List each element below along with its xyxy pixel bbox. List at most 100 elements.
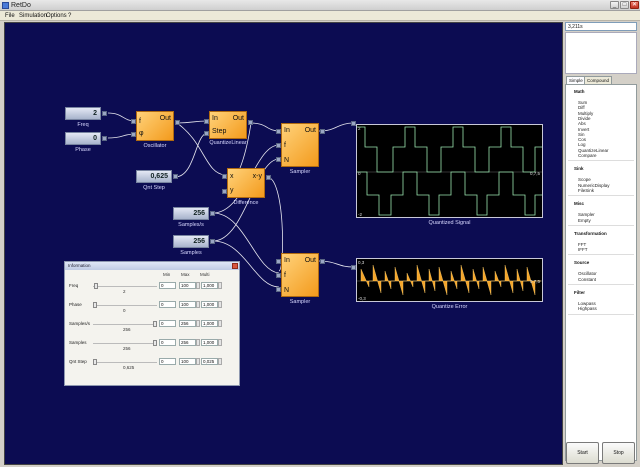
close-icon[interactable] — [232, 263, 238, 269]
multi-spinner[interactable] — [218, 301, 222, 308]
parameter-window-title[interactable]: Information — [65, 262, 239, 270]
max-field[interactable]: 100 — [179, 358, 196, 365]
toolbox-item[interactable]: FFT — [578, 242, 586, 247]
difference-block[interactable]: x y x-y — [227, 168, 265, 198]
max-spinner[interactable] — [196, 301, 200, 308]
output-pin[interactable] — [175, 120, 180, 125]
parameter-value: 0,625 — [123, 365, 135, 370]
max-field[interactable]: 256 — [179, 339, 196, 346]
toolbox-item[interactable]: NumericDisplay — [578, 183, 610, 188]
slider-track[interactable] — [93, 343, 157, 344]
menu-file[interactable]: File — [5, 11, 15, 21]
slider-thumb[interactable] — [93, 302, 97, 308]
toolbox-item[interactable]: Abs — [578, 121, 586, 126]
slider-track[interactable] — [93, 324, 157, 325]
toolbox-item[interactable]: Lowpass — [578, 301, 596, 306]
quantize-error-scope[interactable]: 0,3 -0,3 0,7,5 — [356, 258, 543, 302]
stop-button[interactable]: Stop — [602, 442, 635, 464]
slider-thumb[interactable] — [153, 321, 157, 327]
slider-track[interactable] — [93, 305, 157, 306]
sampler-block[interactable]: In f N Out — [281, 123, 319, 167]
toolbox-item[interactable]: FileSink — [578, 188, 594, 193]
toolbox-item[interactable]: Highpass — [578, 306, 597, 311]
toolbox-list[interactable]: Math Sum Diff Multiply Divide Abs Invert Sin Cos… — [565, 84, 637, 461]
multi-spinner[interactable] — [218, 282, 222, 289]
multi-spinner[interactable] — [218, 339, 222, 346]
quantized-signal-scope[interactable]: 2 0 -2 0,7,5 — [356, 124, 543, 218]
output-pin[interactable] — [266, 175, 271, 180]
min-field[interactable]: 0 — [159, 358, 176, 365]
toolbox-item[interactable]: IFFT — [578, 247, 588, 252]
toolbox-item[interactable]: Compare — [578, 153, 597, 158]
menu-help[interactable]: ? — [68, 11, 71, 21]
quantize-linear-block[interactable]: In Step Out — [209, 111, 247, 139]
slider-thumb[interactable] — [93, 359, 97, 365]
output-pin[interactable] — [248, 120, 253, 125]
parameter-window[interactable]: Information Min Max Multi Freq 2 0 100 1,000… — [64, 261, 240, 386]
toolbox-item[interactable]: Empty — [578, 218, 591, 223]
oscillator-block[interactable]: f φ Out — [136, 111, 174, 141]
multi-field[interactable]: 1,000 — [201, 339, 218, 346]
max-field[interactable]: 100 — [179, 282, 196, 289]
min-field[interactable]: 0 — [159, 339, 176, 346]
minimize-button[interactable]: _ — [610, 1, 619, 9]
toolbox-item[interactable]: Multiply — [578, 111, 593, 116]
multi-spinner[interactable] — [218, 358, 222, 365]
toolbox-item[interactable]: Sin — [578, 132, 585, 137]
sampler-block[interactable]: In f N Out — [281, 253, 319, 297]
toolbox-item[interactable]: Divide — [578, 116, 591, 121]
menu-simulation[interactable]: Simulation — [19, 11, 47, 21]
toolbox-item[interactable]: Cos — [578, 137, 586, 142]
multi-field[interactable]: 1,000 — [201, 282, 218, 289]
max-spinner[interactable] — [196, 320, 200, 327]
min-field[interactable]: 0 — [159, 301, 176, 308]
output-pin[interactable] — [320, 259, 325, 264]
scope-bottom-value: -2 — [358, 212, 363, 217]
output-pin[interactable] — [102, 136, 107, 141]
slider-thumb[interactable] — [94, 283, 98, 289]
max-spinner[interactable] — [196, 339, 200, 346]
toolbox-item[interactable]: Oscillator — [578, 271, 597, 276]
multi-spinner[interactable] — [218, 320, 222, 327]
max-spinner[interactable] — [196, 282, 200, 289]
output-pin[interactable] — [320, 129, 325, 134]
samples-constant[interactable]: 256 — [173, 235, 209, 248]
output-pin[interactable] — [173, 174, 178, 179]
close-button[interactable]: ✕ — [630, 1, 639, 9]
slider-thumb[interactable] — [153, 340, 157, 346]
multi-field[interactable]: 1,000 — [201, 320, 218, 327]
max-spinner[interactable] — [196, 358, 200, 365]
slider-track[interactable] — [93, 286, 157, 287]
tab-compound[interactable]: Compound — [584, 76, 613, 84]
min-field[interactable]: 0 — [159, 320, 176, 327]
scope-bottom-value: -0,3 — [358, 296, 366, 301]
freq-constant[interactable]: 2 — [65, 107, 101, 120]
menu-bar: File Simulation Options ? — [0, 11, 640, 21]
menu-options[interactable]: Options — [46, 11, 67, 21]
toolbox-item[interactable]: Constant — [578, 277, 596, 282]
port-out: Out — [304, 257, 316, 264]
output-pin[interactable] — [102, 111, 107, 116]
output-pin[interactable] — [210, 211, 215, 216]
multi-field[interactable]: 0,025 — [201, 358, 218, 365]
output-pin[interactable] — [210, 239, 215, 244]
multi-field[interactable]: 1,000 — [201, 301, 218, 308]
max-field[interactable]: 100 — [179, 301, 196, 308]
min-field[interactable]: 0 — [159, 282, 176, 289]
maximize-button[interactable]: □ — [620, 1, 629, 9]
toolbox-item[interactable]: Scope — [578, 177, 591, 182]
diagram-canvas[interactable]: 2 Freq 0 Phase 0,625 Qnt Step 256 Sample… — [4, 22, 563, 465]
start-button[interactable]: Start — [566, 442, 599, 464]
toolbox-item[interactable]: Sum — [578, 100, 587, 105]
toolbox-item[interactable]: Log — [578, 142, 586, 147]
tab-simple[interactable]: Simple — [566, 76, 586, 84]
samples-s-constant[interactable]: 256 — [173, 207, 209, 220]
toolbox-item[interactable]: Diff — [578, 105, 585, 110]
slider-track[interactable] — [93, 362, 157, 363]
phase-constant[interactable]: 0 — [65, 132, 101, 145]
toolbox-item[interactable]: Invert — [578, 127, 589, 132]
max-field[interactable]: 256 — [179, 320, 196, 327]
toolbox-item[interactable]: Sampler — [578, 212, 595, 217]
toolbox-item[interactable]: QuantizeLinear — [578, 148, 609, 153]
qnt-step-constant[interactable]: 0,625 — [136, 170, 172, 183]
